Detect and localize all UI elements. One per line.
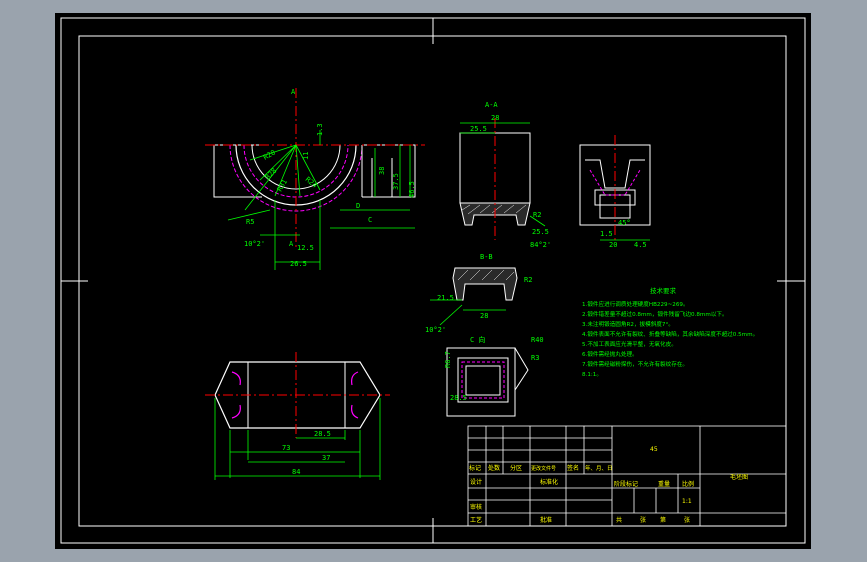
svg-text:比例: 比例	[682, 480, 694, 488]
svg-text:20: 20	[609, 241, 617, 249]
detail-c-label: C 向	[470, 335, 485, 344]
svg-text:45°: 45°	[618, 219, 631, 227]
section-aa-label: A-A	[485, 101, 498, 109]
svg-text:阶段标记: 阶段标记	[614, 480, 638, 488]
svg-text:处数: 处数	[488, 464, 500, 472]
svg-text:10°2': 10°2'	[425, 326, 446, 334]
svg-text:设计: 设计	[470, 478, 482, 486]
svg-text:12.5: 12.5	[297, 244, 314, 252]
svg-text:84°2': 84°2'	[530, 241, 551, 249]
note-item: 6.锻件需经抛丸处理。	[582, 350, 638, 358]
notes-title: 技术要求	[650, 286, 677, 295]
svg-text:1.3: 1.3	[316, 123, 324, 136]
svg-text:第: 第	[660, 516, 666, 524]
svg-text:37.5: 37.5	[392, 173, 400, 190]
note-item: 2.锻件错差量不超过0.8mm，锻件残留飞边0.8mm以下。	[582, 310, 728, 318]
svg-text:R40: R40	[531, 336, 544, 344]
svg-text:28: 28	[480, 312, 488, 320]
svg-text:年、月、日: 年、月、日	[585, 464, 613, 472]
svg-text:21.5: 21.5	[437, 294, 454, 302]
svg-text:R3: R3	[531, 354, 539, 362]
cad-drawing-canvas: A A R5 R20 R28 R31 R24 1.3 11 38 37.5 46…	[55, 13, 811, 549]
svg-text:1.5: 1.5	[600, 230, 613, 238]
svg-text:10°2': 10°2'	[244, 240, 265, 248]
svg-text:26.5: 26.5	[290, 260, 307, 268]
svg-text:标准化: 标准化	[540, 478, 558, 486]
svg-text:重量: 重量	[658, 480, 670, 488]
svg-text:标记: 标记	[469, 464, 481, 472]
svg-text:25.5: 25.5	[470, 125, 487, 133]
note-item: 4.锻件表面不允许有裂纹、折叠等缺陷，其余缺陷深度不超过0.5mm。	[582, 330, 758, 338]
svg-text:C: C	[368, 216, 372, 224]
scale-value: 1:1	[682, 498, 692, 505]
section-bb-label: B-B	[480, 253, 493, 261]
svg-text:张: 张	[684, 516, 690, 524]
svg-text:28: 28	[491, 114, 499, 122]
note-item: 7.锻件需经磁粉探伤，不允许有裂纹存在。	[582, 360, 688, 368]
svg-text:签名: 签名	[567, 464, 579, 472]
svg-text:38: 38	[378, 167, 386, 175]
note-item: 5.不加工表面应光滑平整，无氧化皮。	[582, 340, 677, 348]
svg-text:R5: R5	[246, 218, 254, 226]
note-item: 1.锻件应进行调质处理硬度HB229~269。	[582, 300, 689, 308]
svg-text:25.5: 25.5	[532, 228, 549, 236]
note-item: 8.1:1。	[582, 372, 602, 378]
svg-text:28.5: 28.5	[314, 430, 331, 438]
svg-text:4.5: 4.5	[634, 241, 647, 249]
svg-text:更改文件号: 更改文件号	[531, 465, 556, 472]
note-item: 3.未注明锻造圆角R2，拔模斜度7°。	[582, 320, 674, 328]
svg-text:R2: R2	[524, 276, 532, 284]
svg-text:73: 73	[282, 444, 290, 452]
svg-text:R2: R2	[533, 211, 541, 219]
svg-text:D: D	[356, 202, 360, 210]
svg-text:工艺: 工艺	[470, 516, 482, 524]
svg-text:R6.7: R6.7	[444, 351, 452, 368]
svg-text:37: 37	[322, 454, 330, 462]
svg-text:84: 84	[292, 468, 300, 476]
svg-text:张: 张	[640, 516, 646, 524]
material-label: 45	[650, 446, 658, 453]
drawing-name: 毛坯图	[730, 473, 748, 481]
svg-text:批准: 批准	[540, 516, 552, 524]
svg-text:分区: 分区	[510, 464, 522, 472]
svg-text:28.5: 28.5	[450, 394, 467, 402]
svg-text:11: 11	[302, 152, 310, 160]
svg-text:共: 共	[616, 516, 622, 524]
svg-text:审核: 审核	[470, 503, 482, 511]
svg-text:46.5: 46.5	[408, 181, 416, 198]
drawing-area	[55, 13, 811, 549]
